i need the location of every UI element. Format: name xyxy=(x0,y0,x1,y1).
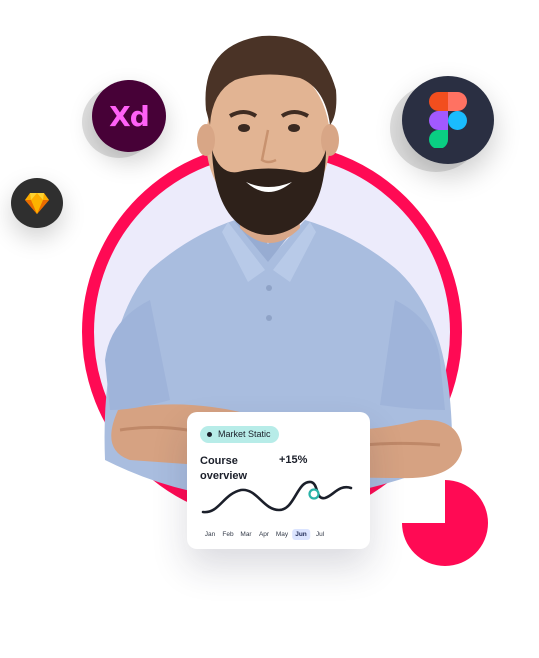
badge-dot-icon xyxy=(207,432,212,437)
month-label: Feb xyxy=(222,531,234,538)
month-label: Mar xyxy=(240,531,252,538)
month-label: Jan xyxy=(204,531,216,538)
adobe-xd-label: Xd xyxy=(109,99,150,133)
course-trend-chart xyxy=(201,480,353,514)
month-axis: Jan Feb Mar Apr May Jun Jul xyxy=(205,529,340,541)
month-label-active: Jun xyxy=(292,529,310,540)
month-label: May xyxy=(275,531,289,538)
card-change-value: +15% xyxy=(279,454,308,466)
trend-marker xyxy=(308,488,320,500)
sketch-diamond-glyph xyxy=(25,193,49,214)
course-overview-card: Market Static Course overview +15% Jan F… xyxy=(187,412,370,549)
hero-illustration: Xd Market Static Course overview +15% Ja… xyxy=(0,0,539,658)
month-label: Jul xyxy=(315,531,325,538)
figma-icon xyxy=(402,76,494,164)
badge-label: Market Static xyxy=(218,429,271,439)
trend-line xyxy=(201,480,353,514)
sketch-icon xyxy=(11,178,63,228)
adobe-xd-icon: Xd xyxy=(92,80,166,152)
month-label: Apr xyxy=(258,531,270,538)
figma-logo-glyph xyxy=(429,92,467,148)
market-static-badge: Market Static xyxy=(200,426,279,443)
pie-accent-shape xyxy=(402,480,488,566)
